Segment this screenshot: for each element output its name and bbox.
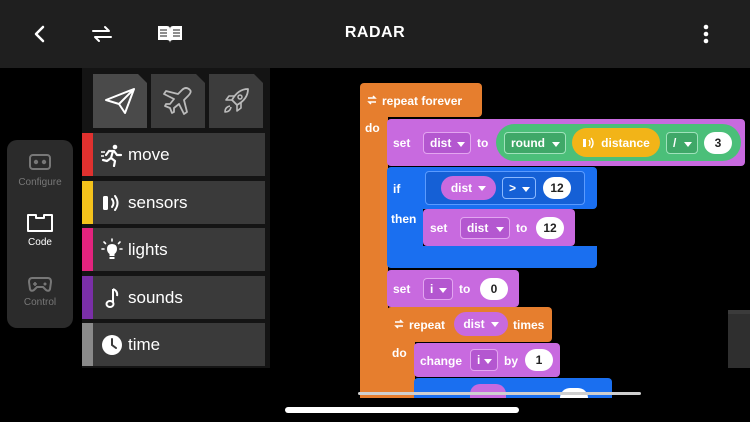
airplane-icon	[163, 87, 192, 115]
category-label: lights	[128, 240, 168, 259]
trash-can-icon[interactable]	[728, 310, 750, 368]
robot-face-icon	[29, 154, 51, 170]
paper-plane-icon	[105, 88, 135, 114]
category-move[interactable]: move	[82, 133, 265, 176]
number-input[interactable]: 3	[704, 132, 732, 154]
caret-down-icon	[490, 321, 499, 327]
repeat-forever-arm	[360, 110, 388, 398]
category-color-stripe	[82, 181, 93, 224]
category-label: sounds	[128, 288, 183, 307]
distance-sensor-block[interactable]: distance	[572, 128, 660, 157]
nav-item-code[interactable]: Code	[7, 212, 73, 268]
home-indicator	[285, 407, 519, 413]
compare-operator-dropdown[interactable]: >	[502, 177, 536, 199]
variable-name: dist	[450, 181, 473, 195]
category-sensors[interactable]: sensors	[82, 181, 265, 224]
to-keyword: to	[516, 221, 528, 235]
level-paper-plane[interactable]	[93, 74, 147, 128]
repeat-keyword: repeat	[409, 318, 446, 332]
level-rocket[interactable]	[209, 74, 263, 128]
category-label: sensors	[128, 193, 188, 212]
category-lights[interactable]: lights	[82, 228, 265, 271]
variable-name: i	[430, 282, 434, 296]
sensor-label: distance	[601, 135, 650, 150]
rocket-icon	[224, 88, 249, 113]
code-tab-icon	[27, 214, 53, 232]
category-label: time	[128, 335, 161, 354]
variable-dropdown[interactable]: i	[470, 349, 498, 371]
loop-icon	[394, 319, 404, 329]
category-color-stripe	[82, 133, 93, 176]
nav-label: Control	[23, 297, 57, 308]
caret-down-icon	[478, 185, 487, 191]
sync-icon[interactable]	[88, 20, 116, 48]
variable-reporter[interactable]	[470, 384, 506, 398]
category-sounds[interactable]: sounds	[82, 276, 265, 319]
variable-reporter[interactable]: dist	[454, 312, 508, 336]
variable-reporter[interactable]: dist	[441, 176, 496, 200]
variable-dropdown[interactable]: dist	[460, 217, 510, 239]
to-keyword: to	[477, 136, 489, 150]
horizontal-scrollbar[interactable]	[358, 392, 641, 395]
gamepad-icon	[27, 277, 53, 292]
category-color-stripe	[82, 323, 93, 366]
music-note-icon	[100, 286, 124, 310]
level-airplane[interactable]	[151, 74, 205, 128]
category-time[interactable]: time	[82, 323, 265, 366]
to-keyword: to	[459, 282, 471, 296]
change-keyword: change	[420, 354, 463, 368]
number-input[interactable]: 0	[480, 278, 508, 300]
variable-dropdown[interactable]: i	[423, 278, 453, 300]
category-color-stripe	[82, 276, 93, 319]
by-keyword: by	[504, 354, 519, 368]
variable-dropdown[interactable]: dist	[423, 132, 471, 154]
nav-label: Configure	[18, 177, 62, 188]
set-keyword: set	[393, 136, 411, 150]
variable-name: dist	[430, 136, 452, 150]
mode-nav: Configure Code Control	[7, 140, 73, 328]
number-input[interactable]: 12	[543, 177, 571, 199]
nav-item-configure[interactable]: Configure	[7, 152, 73, 208]
variable-name: dist	[467, 221, 489, 235]
times-keyword: times	[513, 318, 545, 332]
distance-sensor-icon	[100, 191, 124, 215]
book-icon[interactable]	[156, 20, 184, 48]
set-keyword: set	[430, 221, 448, 235]
operator-label: >	[509, 181, 517, 195]
more-vertical-icon[interactable]	[692, 20, 720, 48]
operator-label: /	[673, 136, 677, 150]
if-keyword: if	[393, 182, 401, 196]
nav-label: Code	[28, 237, 52, 248]
do-label: do	[392, 346, 407, 360]
then-keyword: then	[391, 212, 417, 226]
back-chevron-icon[interactable]	[26, 20, 54, 48]
running-figure-icon	[100, 143, 124, 167]
variable-name: i	[477, 353, 481, 367]
category-color-stripe	[82, 228, 93, 271]
if-block-end	[387, 246, 597, 268]
loop-icon	[367, 95, 377, 105]
repeat-forever-label: repeat forever	[382, 94, 463, 108]
operator-dropdown[interactable]: /	[666, 132, 698, 154]
clock-icon	[100, 333, 124, 357]
lightbulb-icon	[100, 238, 124, 262]
category-label: move	[128, 145, 170, 164]
do-label: do	[365, 121, 380, 135]
round-label: round	[511, 136, 545, 150]
set-keyword: set	[393, 282, 411, 296]
distance-sensor-icon	[583, 137, 594, 148]
nav-item-control[interactable]: Control	[7, 274, 73, 330]
top-bar: RADAR	[0, 0, 750, 68]
number-input[interactable]: 1	[525, 349, 553, 371]
number-input[interactable]: 12	[536, 217, 564, 239]
variable-name: dist	[463, 317, 485, 331]
round-dropdown[interactable]: round	[504, 132, 566, 154]
